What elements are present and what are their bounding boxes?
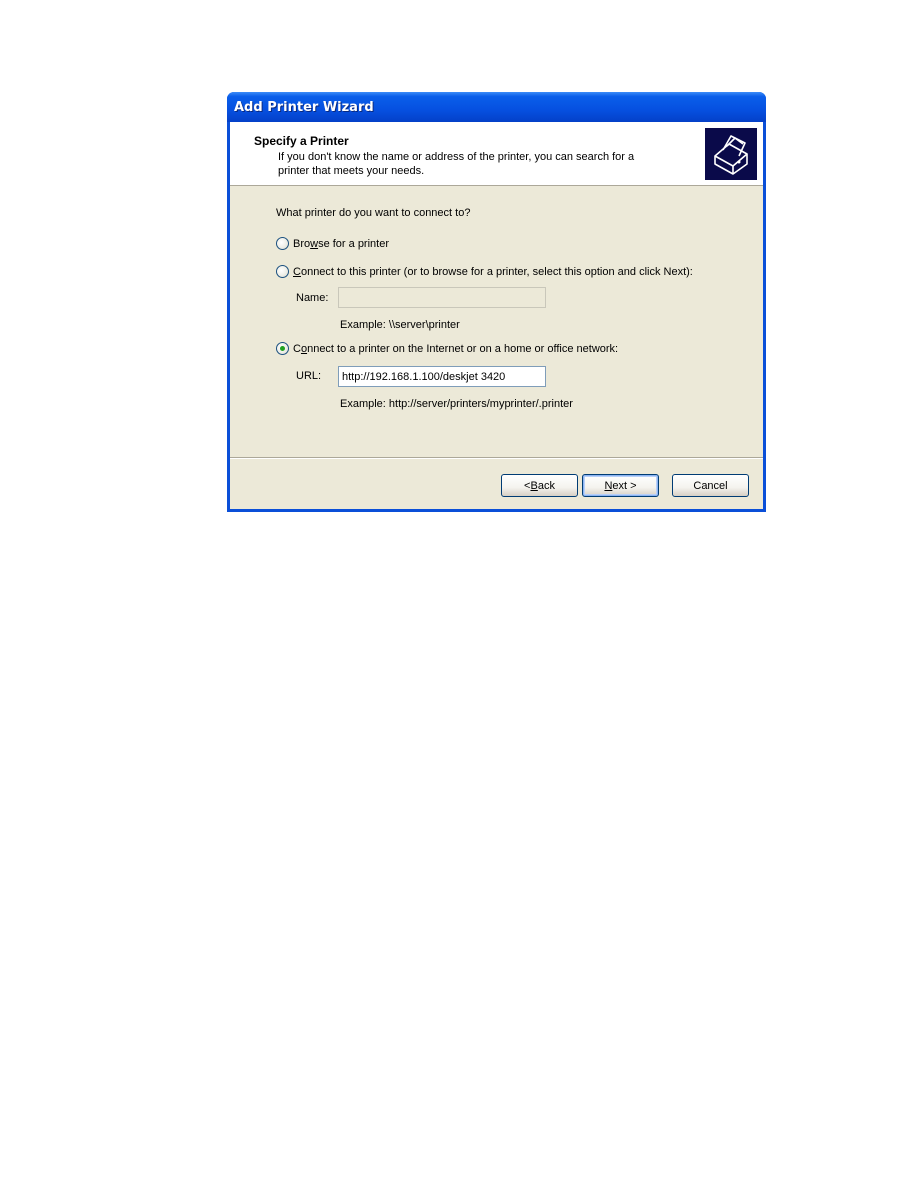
add-printer-wizard-window: Add Printer Wizard Specify a Printer If … xyxy=(227,92,766,512)
wizard-header: Specify a Printer If you don't know the … xyxy=(230,122,763,186)
label-part: Bro xyxy=(293,237,311,250)
url-label: URL: xyxy=(296,370,322,382)
accelerator-key: N xyxy=(604,479,613,492)
printer-icon xyxy=(705,128,757,180)
radio-button[interactable] xyxy=(276,237,289,250)
accelerator-key: w xyxy=(310,237,319,250)
radio-connect-to-this-printer[interactable]: Connect to this printer (or to browse fo… xyxy=(276,265,693,278)
label-part: C xyxy=(293,342,301,355)
accelerator-key: C xyxy=(293,265,301,278)
next-button[interactable]: Next > xyxy=(582,474,659,497)
question-label: What printer do you want to connect to? xyxy=(276,207,471,219)
dialog-client-area: Specify a Printer If you don't know the … xyxy=(230,122,763,509)
page-title: Specify a Printer xyxy=(254,134,349,148)
accelerator-key: B xyxy=(530,479,538,492)
label-part: nnect to a printer on the Internet or on… xyxy=(307,342,619,355)
radio-label: Browse for a printer xyxy=(293,238,389,250)
title-bar[interactable]: Add Printer Wizard xyxy=(227,92,766,122)
radio-button-selected[interactable] xyxy=(276,342,289,355)
page-description: If you don't know the name or address of… xyxy=(278,151,635,177)
name-input[interactable] xyxy=(338,287,546,308)
label-part: ext > xyxy=(612,479,637,492)
footer-divider xyxy=(230,457,763,459)
radio-label: Connect to this printer (or to browse fo… xyxy=(293,266,693,278)
name-example: Example: \\server\printer xyxy=(340,319,460,331)
url-example: Example: http://server/printers/myprinte… xyxy=(340,398,573,410)
label-part: ack xyxy=(537,479,555,492)
label-part: se for a printer xyxy=(318,237,389,250)
label-part: onnect to this printer (or to browse for… xyxy=(300,265,693,278)
window-title: Add Printer Wizard xyxy=(234,100,374,115)
url-input[interactable] xyxy=(338,366,546,387)
radio-label: Connect to a printer on the Internet or … xyxy=(293,343,618,355)
cancel-button[interactable]: Cancel xyxy=(672,474,749,497)
radio-connect-internet-printer[interactable]: Connect to a printer on the Internet or … xyxy=(276,342,618,355)
radio-button[interactable] xyxy=(276,265,289,278)
radio-browse-for-printer[interactable]: Browse for a printer xyxy=(276,237,389,250)
name-label: Name: xyxy=(296,292,329,304)
back-button[interactable]: < Back xyxy=(501,474,578,497)
